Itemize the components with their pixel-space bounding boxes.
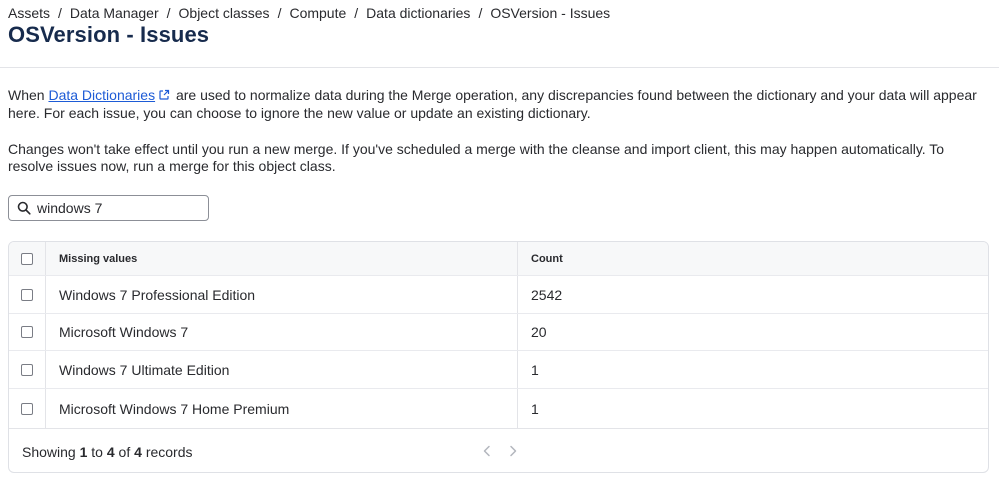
breadcrumb-object-classes[interactable]: Object classes xyxy=(179,5,270,21)
missing-value-cell: Microsoft Windows 7 xyxy=(46,314,518,350)
count-cell: 2542 xyxy=(531,286,563,303)
showing-label: Showing xyxy=(22,443,76,460)
breadcrumb: Assets / Data Manager / Object classes /… xyxy=(8,5,610,21)
page-title: OSVersion - Issues xyxy=(8,22,210,47)
table-footer: Showing 1 to 4 of 4 records xyxy=(9,428,988,472)
issues-table: Missing values Count Windows 7 Professio… xyxy=(8,241,989,473)
of-label: of xyxy=(118,443,131,460)
table-header-row: Missing values Count xyxy=(9,242,988,276)
breadcrumb-separator: / xyxy=(58,5,62,21)
total-count: 4 xyxy=(134,443,142,460)
column-header-count[interactable]: Count xyxy=(518,242,988,275)
search-box[interactable] xyxy=(8,195,209,221)
intro-lead: When xyxy=(8,87,45,103)
previous-page-button[interactable] xyxy=(477,440,497,464)
breadcrumb-assets[interactable]: Assets xyxy=(8,5,50,21)
data-dictionaries-link[interactable]: Data Dictionaries xyxy=(48,87,155,103)
count-cell: 20 xyxy=(531,324,547,340)
row-checkbox[interactable] xyxy=(21,326,33,338)
table-row: Windows 7 Professional Edition 2542 xyxy=(9,276,988,314)
range-end: 4 xyxy=(106,443,115,460)
select-all-cell xyxy=(9,242,46,275)
records-label: records xyxy=(145,443,193,460)
search-icon xyxy=(12,196,36,220)
row-checkbox-cell xyxy=(9,314,46,350)
next-page-button[interactable] xyxy=(503,440,523,464)
table-row: Windows 7 Ultimate Edition 1 xyxy=(9,351,988,389)
count-cell: 1 xyxy=(531,361,539,378)
pagination-controls xyxy=(477,440,523,464)
chevron-left-icon xyxy=(482,445,492,460)
intro-text: When Data Dictionaries are used to norma… xyxy=(8,87,988,122)
breadcrumb-data-manager[interactable]: Data Manager xyxy=(70,5,159,21)
range-start: 1 xyxy=(79,443,88,460)
external-link-icon[interactable] xyxy=(158,88,170,105)
column-header-missing-values[interactable]: Missing values xyxy=(46,242,518,275)
pagination-summary: Showing 1 to 4 of 4 records xyxy=(22,444,193,460)
breadcrumb-separator: / xyxy=(277,5,282,21)
missing-value-cell: Microsoft Windows 7 Home Premium xyxy=(46,389,518,428)
count-cell: 1 xyxy=(531,400,539,417)
row-checkbox[interactable] xyxy=(21,363,33,376)
merge-note: Changes won't take effect until you run … xyxy=(8,141,945,174)
search-input[interactable] xyxy=(36,198,201,218)
breadcrumb-data-dictionaries[interactable]: Data dictionaries xyxy=(366,5,470,21)
breadcrumb-separator: / xyxy=(166,5,171,21)
breadcrumb-compute[interactable]: Compute xyxy=(289,5,346,21)
header-divider xyxy=(0,67,999,68)
table-row: Microsoft Windows 7 20 xyxy=(9,314,988,351)
row-checkbox[interactable] xyxy=(21,288,33,301)
row-checkbox-cell xyxy=(9,351,46,388)
table-row: Microsoft Windows 7 Home Premium 1 xyxy=(9,389,988,428)
missing-value-cell: Windows 7 Professional Edition xyxy=(46,276,518,313)
breadcrumb-separator: / xyxy=(354,5,359,21)
select-all-checkbox[interactable] xyxy=(21,252,33,265)
breadcrumb-current[interactable]: OSVersion - Issues xyxy=(490,5,610,21)
row-checkbox[interactable] xyxy=(21,402,33,415)
to-label: to xyxy=(91,443,103,460)
row-checkbox-cell xyxy=(9,389,46,428)
breadcrumb-separator: / xyxy=(478,5,483,21)
missing-value-cell: Windows 7 Ultimate Edition xyxy=(46,351,518,388)
chevron-right-icon xyxy=(508,445,518,460)
row-checkbox-cell xyxy=(9,276,46,313)
